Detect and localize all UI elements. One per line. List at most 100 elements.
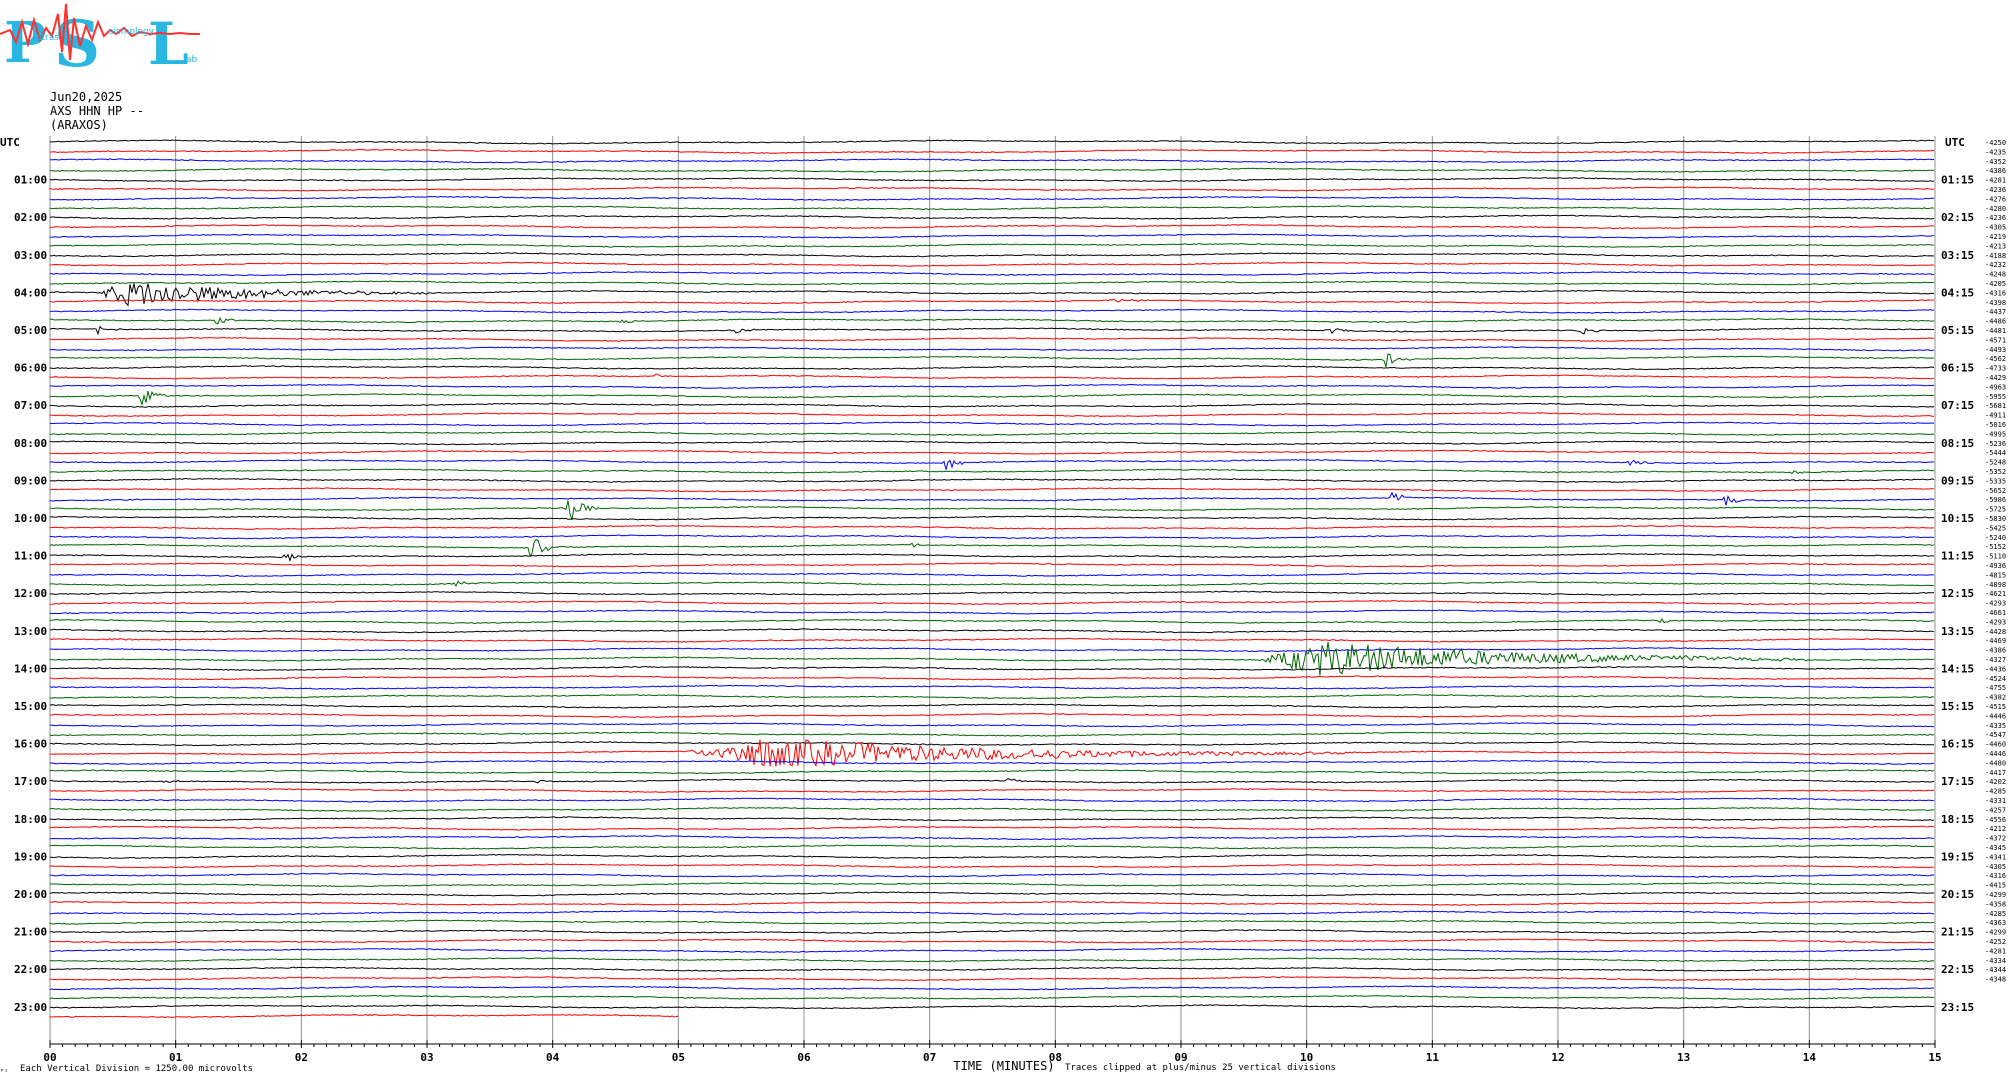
trace-70 [49, 797, 1935, 803]
offset-label: -4995 [1985, 430, 2006, 438]
offset-label: -4429 [1985, 374, 2006, 382]
offset-label: -4316 [1985, 872, 2006, 880]
offset-label: -4386 [1985, 167, 2006, 175]
trace-62 [49, 722, 1935, 728]
hour-label-right: 01:15 [1941, 174, 1974, 187]
offset-label: -4352 [1985, 158, 2006, 166]
offset-label: -5240 [1985, 534, 2006, 542]
hour-label-left: 23:00 [14, 1001, 47, 1014]
offset-label: -5110 [1985, 553, 2006, 561]
footer-left-note: Each Vertical Division = 1250.00 microvo… [20, 1064, 253, 1074]
trace-32 [49, 440, 1934, 446]
offset-label: -4276 [1985, 195, 2006, 203]
offset-label: -4299 [1985, 891, 2006, 899]
trace-0 [49, 139, 1934, 145]
trace-offset-labels: -4250-4235-4352-4386-4281-4236-4276-4280… [1985, 139, 2006, 984]
trace-44 [50, 553, 1935, 562]
offset-label: -4469 [1985, 637, 2006, 645]
x-tick-label: 15 [1928, 1051, 1941, 1064]
trace-60 [49, 703, 1935, 709]
trace-34 [49, 459, 1935, 470]
offset-label: -5681 [1985, 402, 2006, 410]
hour-label-left: 02:00 [14, 211, 47, 224]
trace-38 [49, 491, 1935, 506]
trace-93 [49, 1013, 679, 1018]
trace-29 [49, 412, 1935, 418]
x-tick-label: 14 [1803, 1051, 1817, 1064]
hour-label-right: 19:15 [1941, 850, 1974, 863]
trace-76 [50, 853, 1935, 859]
trace-50 [49, 609, 1934, 615]
offset-label: -4345 [1985, 844, 2006, 852]
offset-label: -4446 [1985, 712, 2006, 720]
offset-label: -4358 [1985, 900, 2006, 908]
trace-92 [49, 1004, 1935, 1010]
trace-56 [49, 665, 1935, 671]
offset-label: -4299 [1985, 929, 2006, 937]
trace-3 [49, 167, 1935, 173]
trace-22 [49, 346, 1935, 352]
hour-label-right: 08:15 [1941, 437, 1974, 450]
offset-label: -4305 [1985, 224, 2006, 232]
hour-label-right: 20:15 [1941, 888, 1974, 901]
trace-1 [49, 148, 1934, 154]
trace-7 [49, 205, 1935, 211]
offset-label: -4257 [1985, 806, 2006, 814]
hour-label-left: 06:00 [14, 362, 47, 375]
trace-71 [49, 806, 1935, 812]
offset-label: -4446 [1985, 750, 2006, 758]
trace-59 [49, 694, 1935, 700]
trace-86 [49, 947, 1935, 953]
trace-54 [49, 647, 1935, 653]
offset-label: -4415 [1985, 882, 2006, 890]
trace-82 [49, 910, 1935, 916]
trace-53 [49, 637, 1934, 643]
offset-label: -4428 [1985, 628, 2006, 636]
hour-label-right: 05:15 [1941, 324, 1974, 337]
trace-36 [49, 477, 1935, 483]
trace-28 [49, 402, 1935, 408]
x-tick-label: 05 [672, 1051, 685, 1064]
offset-label: -4285 [1985, 788, 2006, 796]
hour-label-left: 19:00 [14, 850, 47, 863]
offset-label: -4248 [1985, 271, 2006, 279]
offset-label: -5652 [1985, 487, 2006, 495]
offset-label: -4911 [1985, 412, 2006, 420]
trace-9 [49, 224, 1935, 230]
trace-27 [49, 390, 1935, 407]
hour-label-left: 12:00 [14, 587, 47, 600]
trace-15 [50, 280, 1935, 286]
trace-63 [49, 731, 1935, 737]
hour-label-left: 11:00 [14, 550, 47, 563]
offset-label: -5444 [1985, 449, 2006, 457]
trace-31 [49, 430, 1935, 436]
offset-label: -4252 [1985, 938, 2006, 946]
trace-20 [49, 325, 1935, 336]
hour-label-left: 05:00 [14, 324, 47, 337]
trace-26 [49, 383, 1935, 389]
offset-label: -4281 [1985, 947, 2006, 955]
offset-label: -4344 [1985, 966, 2006, 974]
hour-label-right: 14:15 [1941, 662, 1974, 675]
offset-label: -4515 [1985, 703, 2006, 711]
offset-label: -4524 [1985, 675, 2006, 683]
trace-25 [49, 373, 1935, 380]
trace-46 [49, 571, 1935, 577]
offset-label: -4188 [1985, 252, 2006, 260]
hour-label-left: 17:00 [14, 775, 47, 788]
trace-30 [49, 421, 1935, 427]
offset-label: -4815 [1985, 571, 2006, 579]
offset-label: -5830 [1985, 515, 2006, 523]
trace-52 [49, 628, 1935, 634]
trace-18 [49, 308, 1935, 314]
offset-label: -4236 [1985, 186, 2006, 194]
offset-label: -4213 [1985, 242, 2006, 250]
offset-label: -5335 [1985, 477, 2006, 485]
trace-78 [49, 872, 1935, 878]
offset-label: -4486 [1985, 318, 2006, 326]
hour-label-left: 20:00 [14, 888, 47, 901]
trace-66 [49, 759, 1935, 765]
offset-label: -4481 [1985, 327, 2006, 335]
trace-2 [49, 158, 1935, 164]
offset-label: -4562 [1985, 355, 2006, 363]
